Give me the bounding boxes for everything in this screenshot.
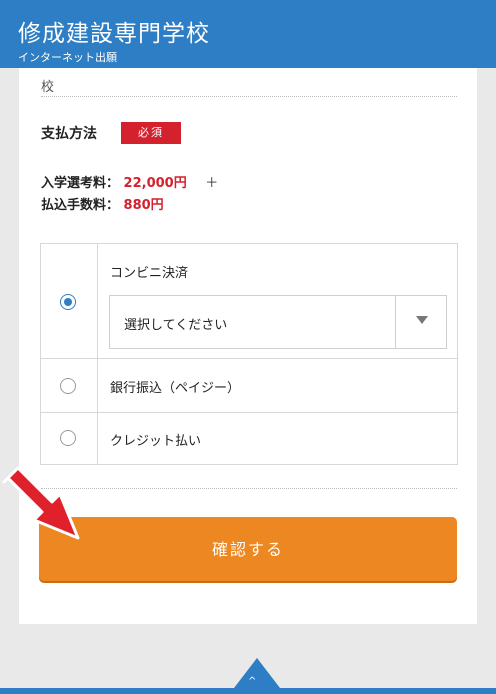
option-label-credit: クレジット払い [110, 434, 202, 449]
option-credit[interactable]: クレジット払い [41, 412, 457, 464]
exam-fee-row: 入学選考料： 22,000円 ＋ [41, 172, 218, 191]
option-bank[interactable]: 銀行振込（ペイジー） [41, 358, 457, 412]
radio-column [41, 359, 98, 412]
radio-convenience[interactable] [60, 294, 76, 310]
required-badge: 必須 [121, 122, 181, 144]
form-card: 校 支払方法 必須 入学選考料： 22,000円 ＋ 払込手数料： 880円 コ… [19, 68, 477, 624]
exam-fee-value: 22,000円 [123, 176, 187, 191]
radio-credit[interactable] [60, 430, 76, 446]
handling-fee-label: 払込手数料： [41, 198, 120, 213]
handling-fee-value: 880円 [123, 198, 164, 213]
divider [41, 488, 457, 489]
divider [41, 96, 457, 97]
app-header: 修成建設専門学校 インターネット出願 [0, 0, 496, 68]
page-top-button[interactable] [234, 658, 280, 688]
previous-field-text: 校 [41, 80, 55, 95]
radio-column [41, 413, 98, 464]
confirm-button[interactable]: 確認する [39, 517, 457, 581]
payment-method-label: 支払方法 [41, 126, 97, 142]
chevron-up-icon: ^ [248, 676, 257, 687]
chevron-down-icon[interactable] [416, 316, 428, 324]
exam-fee-label: 入学選考料： [41, 176, 120, 191]
handling-fee-row: 払込手数料： 880円 [41, 194, 164, 213]
radio-bank[interactable] [60, 378, 76, 394]
header-subtitle: インターネット出願 [18, 51, 117, 64]
select-placeholder: 選択してください [124, 318, 228, 333]
convenience-store-select[interactable]: 選択してください [109, 295, 447, 349]
footer-bar [0, 688, 496, 694]
red-arrow-icon [2, 466, 80, 540]
payment-options: コンビニ決済 選択してください 銀行振込（ペイジー） クレジット払い [40, 243, 458, 465]
select-divider [395, 296, 396, 348]
option-label-bank: 銀行振込（ペイジー） [110, 381, 241, 396]
radio-column [41, 244, 98, 358]
option-label-convenience: コンビニ決済 [110, 266, 189, 281]
plus-sign: ＋ [205, 176, 219, 191]
option-convenience[interactable]: コンビニ決済 選択してください [41, 244, 457, 358]
school-name: 修成建設専門学校 [18, 21, 210, 47]
